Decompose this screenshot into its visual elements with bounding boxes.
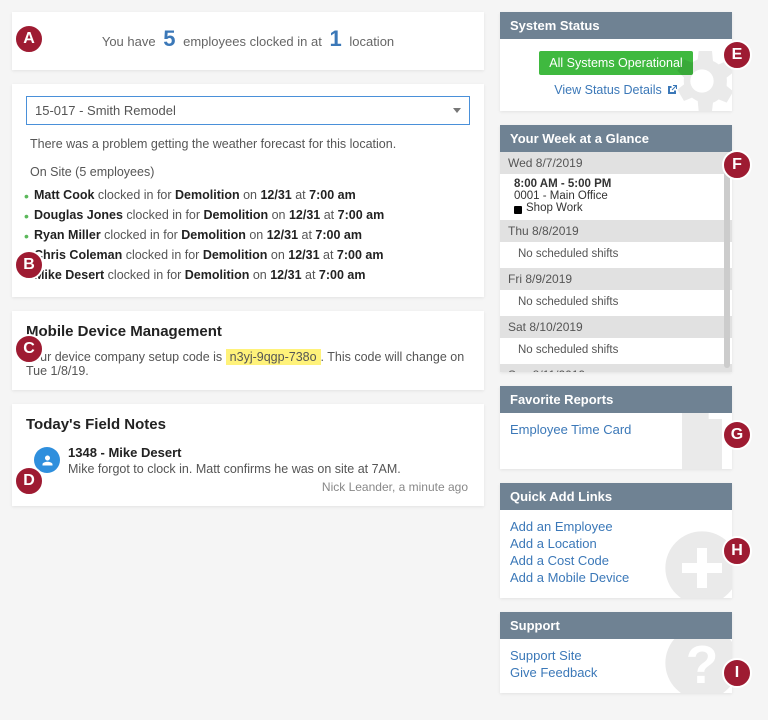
status-link-label: View Status Details xyxy=(554,83,661,97)
employee-row: Matt Cook clocked in for Demolition on 1… xyxy=(26,185,470,205)
callout-i: I xyxy=(722,658,752,688)
status-details-link[interactable]: View Status Details xyxy=(554,83,677,97)
location-count: 1 xyxy=(329,26,341,51)
employee-row: Mike Desert clocked in for Demolition on… xyxy=(26,265,470,285)
note-body: Mike forgot to clock in. Matt confirms h… xyxy=(68,462,468,476)
summary-suffix: location xyxy=(349,34,394,49)
day-header: Wed 8/7/2019 xyxy=(500,152,732,174)
week-glance-widget: Your Week at a Glance Wed 8/7/20198:00 A… xyxy=(500,125,732,372)
status-badge: All Systems Operational xyxy=(539,51,692,75)
add-cost-code-link[interactable]: Add a Cost Code xyxy=(510,552,722,569)
weather-error: There was a problem getting the weather … xyxy=(26,137,470,151)
employee-row: Ryan Miller clocked in for Demolition on… xyxy=(26,225,470,245)
week-header: Your Week at a Glance xyxy=(500,125,732,152)
callout-c: C xyxy=(14,334,44,364)
favorite-reports-widget: Favorite Reports Employee Time Card xyxy=(500,386,732,469)
note-title: 1348 - Mike Desert xyxy=(68,445,468,460)
project-select[interactable]: 15-017 - Smith Remodel xyxy=(26,96,470,125)
day-header: Sat 8/10/2019 xyxy=(500,316,732,338)
mdm-pre: Your device company setup code is xyxy=(26,350,226,364)
field-notes-title: Today's Field Notes xyxy=(26,416,470,433)
system-status-widget: System Status All Systems Operational Vi… xyxy=(500,12,732,111)
no-shift: No scheduled shifts xyxy=(500,242,732,268)
callout-f: F xyxy=(722,150,752,180)
shift-block: 8:00 AM - 5:00 PM0001 - Main OfficeShop … xyxy=(500,174,732,220)
no-shift: No scheduled shifts xyxy=(500,338,732,364)
add-employee-link[interactable]: Add an Employee xyxy=(510,518,722,535)
support-site-link[interactable]: Support Site xyxy=(510,647,722,664)
day-header: Thu 8/8/2019 xyxy=(500,220,732,242)
note-meta: Nick Leander, a minute ago xyxy=(68,480,468,494)
quick-add-widget: Quick Add Links Add an Employee Add a Lo… xyxy=(500,483,732,598)
callout-e: E xyxy=(722,40,752,70)
callout-h: H xyxy=(722,536,752,566)
summary-prefix: You have xyxy=(102,34,156,49)
external-link-icon xyxy=(666,84,678,96)
employee-count: 5 xyxy=(163,26,175,51)
day-header: Fri 8/9/2019 xyxy=(500,268,732,290)
setup-code: n3yj-9qgp-738o xyxy=(226,349,321,365)
mdm-text: Your device company setup code is n3yj-9… xyxy=(26,350,470,378)
chevron-down-icon xyxy=(453,108,461,113)
support-widget: Support ? Support Site Give Feedback xyxy=(500,612,732,693)
callout-g: G xyxy=(722,420,752,450)
field-notes-panel: Today's Field Notes 1348 - Mike Desert M… xyxy=(12,404,484,506)
support-header: Support xyxy=(500,612,732,639)
scrollbar[interactable] xyxy=(724,156,730,368)
no-shift: No scheduled shifts xyxy=(500,290,732,316)
add-location-link[interactable]: Add a Location xyxy=(510,535,722,552)
day-header: Sun 8/11/2019 xyxy=(500,364,732,372)
employee-row: Douglas Jones clocked in for Demolition … xyxy=(26,205,470,225)
fav-reports-header: Favorite Reports xyxy=(500,386,732,413)
system-status-header: System Status xyxy=(500,12,732,39)
mdm-title: Mobile Device Management xyxy=(26,323,470,340)
onsite-panel: 15-017 - Smith Remodel There was a probl… xyxy=(12,84,484,297)
callout-d: D xyxy=(14,466,44,496)
clocked-summary-panel: You have 5 employees clocked in at 1 loc… xyxy=(12,12,484,70)
employee-row: Chris Coleman clocked in for Demolition … xyxy=(26,245,470,265)
callout-a: A xyxy=(14,24,44,54)
callout-b: B xyxy=(14,250,44,280)
summary-mid: employees clocked in at xyxy=(183,34,322,49)
project-select-value: 15-017 - Smith Remodel xyxy=(35,103,176,118)
report-link[interactable]: Employee Time Card xyxy=(510,421,722,438)
onsite-heading: On Site (5 employees) xyxy=(26,165,470,179)
quick-add-header: Quick Add Links xyxy=(500,483,732,510)
add-mobile-device-link[interactable]: Add a Mobile Device xyxy=(510,569,722,586)
mdm-panel: Mobile Device Management Your device com… xyxy=(12,311,484,390)
give-feedback-link[interactable]: Give Feedback xyxy=(510,664,722,681)
